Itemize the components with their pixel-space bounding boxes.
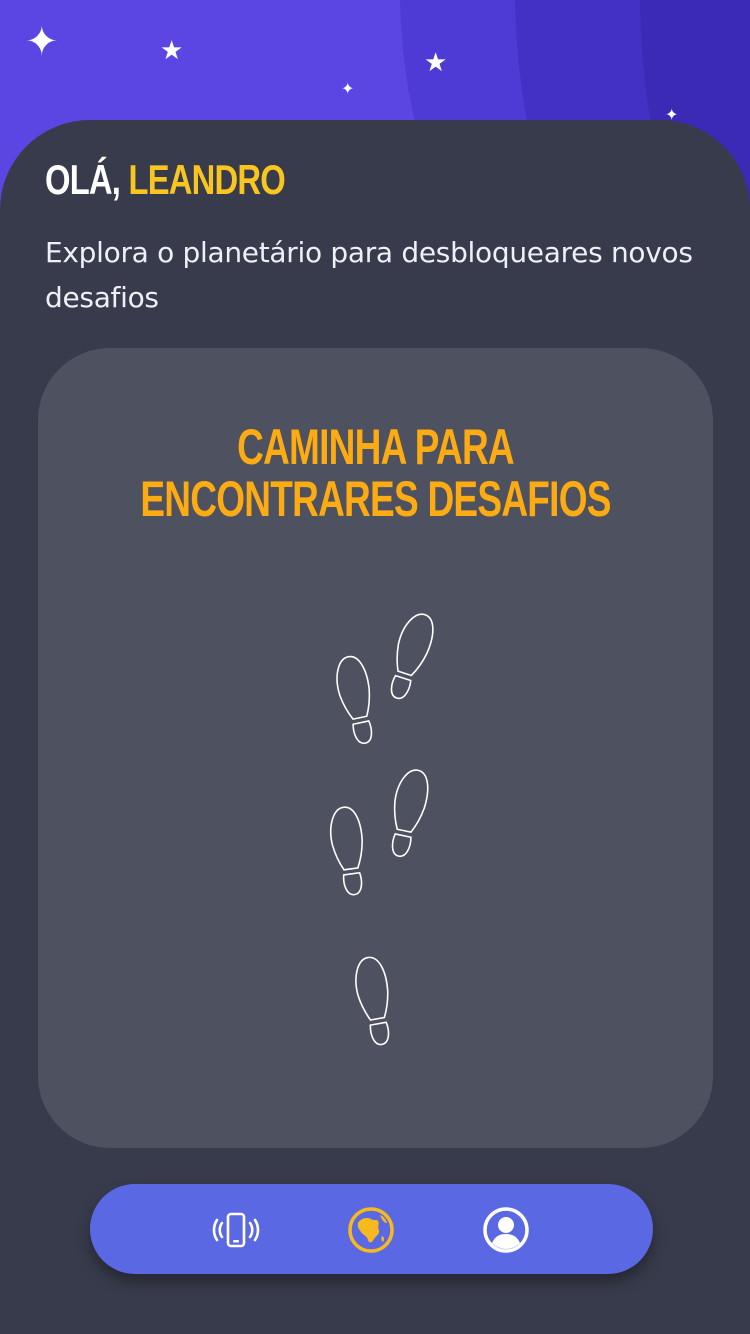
user-profile-icon [483, 1207, 529, 1253]
greeting-prefix: OLÁ, [45, 156, 121, 203]
star-icon: ★ [160, 36, 184, 66]
bottom-nav-bar [90, 1184, 653, 1274]
user-name: LEANDRO [128, 156, 285, 203]
greeting-heading: OLÁ, LEANDRO [45, 156, 286, 204]
sparkle-star-icon: ✦ [25, 19, 59, 65]
globe-icon [348, 1207, 394, 1253]
footprints-icon [329, 613, 434, 1046]
nav-item-globe[interactable] [347, 1206, 395, 1254]
challenge-card: CAMINHA PARA ENCONTRARES DESAFIOS [38, 348, 713, 1148]
sparkle-star-icon: ✦ [341, 79, 355, 98]
star-icon: ★ [424, 48, 448, 78]
phone-vibrate-icon [212, 1212, 260, 1248]
nav-item-profile[interactable] [482, 1206, 530, 1254]
nav-item-vibrate[interactable] [212, 1206, 260, 1254]
greeting-subtitle: Explora o planetário para desbloqueares … [45, 236, 693, 314]
